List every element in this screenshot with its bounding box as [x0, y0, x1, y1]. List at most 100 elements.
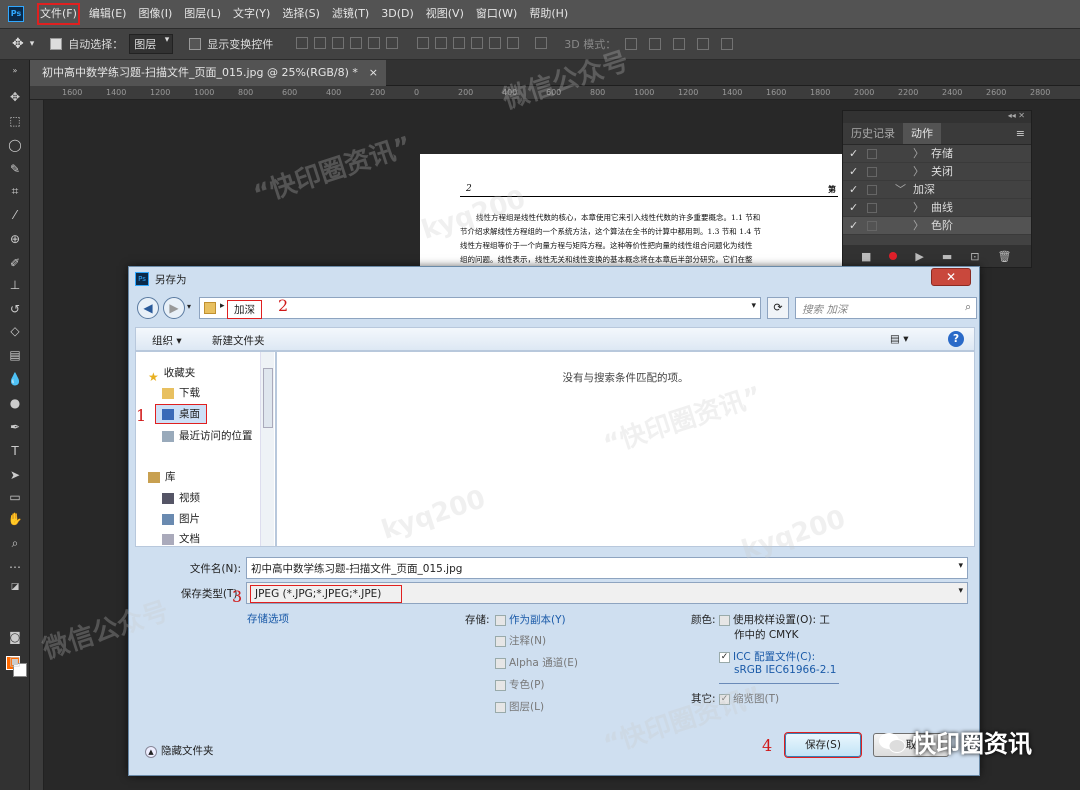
- new-folder-button[interactable]: 新建文件夹: [212, 333, 265, 348]
- brush-tool-icon[interactable]: ✐: [7, 256, 23, 270]
- new-set-folder-icon[interactable]: ▬: [942, 250, 952, 263]
- refresh-icon[interactable]: ⟳: [767, 297, 789, 319]
- action-row[interactable]: ✓ 〉色阶: [843, 217, 1031, 235]
- layers-checkbox[interactable]: 图层(L): [495, 699, 544, 714]
- stop-icon[interactable]: ■: [861, 250, 871, 263]
- eraser-tool-icon[interactable]: ◇: [7, 324, 23, 338]
- checkbox-checked[interactable]: ✓: [719, 693, 730, 705]
- quick-select-tool-icon[interactable]: ✎: [7, 162, 23, 176]
- nav-recent[interactable]: 最近访问的位置: [162, 427, 253, 445]
- organize-button[interactable]: 组织 ▾: [152, 333, 182, 348]
- 3d-pan-icon[interactable]: [673, 38, 686, 50]
- icc-profile-checkbox[interactable]: ✓ ICC 配置文件(C):: [719, 649, 815, 664]
- action-row[interactable]: ✓ 〉存储: [843, 145, 1031, 163]
- menu-file[interactable]: 文件(F): [34, 0, 83, 28]
- align-hcenter-icon[interactable]: [368, 36, 381, 49]
- chevron-down-icon[interactable]: ﹀: [895, 181, 906, 199]
- menu-image[interactable]: 图像(I): [132, 0, 178, 28]
- healing-brush-tool-icon[interactable]: ⊕: [7, 232, 23, 246]
- move-tool-icon[interactable]: ✥: [7, 90, 23, 104]
- dialog-toggle-box[interactable]: [867, 185, 877, 195]
- lasso-tool-icon[interactable]: ◯: [7, 138, 23, 152]
- document-tab[interactable]: 初中高中数学练习题-扫描文件_页面_015.jpg @ 25%(RGB/8) *…: [30, 60, 386, 86]
- chevron-down-icon[interactable]: ▾: [958, 586, 963, 596]
- align-left-icon[interactable]: [350, 36, 363, 49]
- menu-view[interactable]: 视图(V): [420, 0, 470, 28]
- check-icon[interactable]: ✓: [849, 181, 858, 199]
- filetype-select[interactable]: JPEG (*.JPG;*.JPEG;*.JPE) ▾: [246, 582, 968, 604]
- breadcrumb[interactable]: 加深: [227, 300, 262, 319]
- path-select-tool-icon[interactable]: ➤: [7, 468, 23, 482]
- quick-mask-icon[interactable]: ◙: [7, 630, 23, 644]
- type-tool-icon[interactable]: T: [7, 444, 23, 458]
- default-colors-icon[interactable]: ◪: [7, 580, 23, 594]
- menu-type[interactable]: 文字(Y): [227, 0, 276, 28]
- file-list[interactable]: 没有与搜索条件匹配的项。: [276, 351, 975, 547]
- recent-pages-dropdown[interactable]: ▾: [187, 302, 191, 311]
- back-arrow-icon[interactable]: ◀: [137, 297, 159, 319]
- thumbnail-checkbox[interactable]: ✓ 缩览图(T): [719, 691, 779, 706]
- align-right-icon[interactable]: [386, 36, 399, 49]
- checkbox-checked[interactable]: ✓: [719, 651, 730, 663]
- nav-desktop[interactable]: 桌面: [155, 404, 207, 424]
- checkbox[interactable]: [495, 635, 506, 647]
- action-row[interactable]: ✓ 〉关闭: [843, 163, 1031, 181]
- as-copy-checkbox[interactable]: 作为副本(Y): [495, 612, 566, 627]
- play-icon[interactable]: ▶: [915, 250, 923, 263]
- filename-field[interactable]: 初中高中数学练习题-扫描文件_页面_015.jpg ▾: [246, 557, 968, 579]
- proof-setup-checkbox[interactable]: 使用校样设置(O): 工: [719, 612, 830, 627]
- panel-menu-icon[interactable]: ≡: [1016, 123, 1031, 144]
- dialog-toggle-box[interactable]: [867, 203, 877, 213]
- menu-edit[interactable]: 编辑(E): [83, 0, 133, 28]
- dialog-toggle-box[interactable]: [867, 221, 877, 231]
- chevron-down-icon[interactable]: ▾: [958, 561, 963, 571]
- distribute-vcenter-icon[interactable]: [434, 36, 447, 49]
- notes-checkbox[interactable]: 注释(N): [495, 633, 546, 648]
- distribute-bottom-icon[interactable]: [452, 36, 465, 49]
- forward-arrow-icon[interactable]: ▶: [163, 297, 185, 319]
- check-icon[interactable]: ✓: [849, 163, 858, 181]
- auto-select-dropdown[interactable]: 图层: [129, 34, 174, 54]
- nav-favorites[interactable]: ★ 收藏夹: [148, 364, 195, 384]
- checkbox[interactable]: [495, 614, 506, 626]
- search-input[interactable]: 搜索 加深 ⌕: [795, 297, 977, 319]
- rectangle-tool-icon[interactable]: ▭: [7, 490, 23, 504]
- 3d-slide-icon[interactable]: [697, 38, 710, 50]
- alpha-channels-checkbox[interactable]: Alpha 通道(E): [495, 655, 578, 670]
- gradient-tool-icon[interactable]: ▤: [7, 348, 23, 362]
- align-bottom-icon[interactable]: [332, 36, 345, 49]
- spot-colors-checkbox[interactable]: 专色(P): [495, 677, 545, 692]
- nav-pictures[interactable]: 图片: [162, 510, 200, 528]
- distribute-top-icon[interactable]: [416, 36, 429, 49]
- chevron-right-icon[interactable]: 〉: [913, 217, 924, 235]
- distribute-left-icon[interactable]: [470, 36, 483, 49]
- nav-videos[interactable]: 视频: [162, 489, 200, 507]
- 3d-orbit-icon[interactable]: [625, 38, 638, 50]
- blur-tool-icon[interactable]: 💧: [7, 372, 23, 386]
- view-options-icon[interactable]: ▤ ▾: [890, 333, 909, 345]
- check-icon[interactable]: ✓: [849, 199, 858, 217]
- collapse-panel-icon[interactable]: »: [7, 64, 23, 78]
- dialog-toggle-box[interactable]: [867, 149, 877, 159]
- crop-tool-icon[interactable]: ⌗: [7, 184, 23, 198]
- tab-history[interactable]: 历史记录: [843, 123, 903, 144]
- auto-align-icon[interactable]: [535, 36, 548, 49]
- 3d-roll-icon[interactable]: [649, 38, 662, 50]
- panel-collapse-icon[interactable]: ◂◂ ✕: [843, 111, 1031, 123]
- record-icon[interactable]: [889, 252, 898, 260]
- close-tab-icon[interactable]: ×: [369, 60, 378, 86]
- check-icon[interactable]: ✓: [849, 145, 858, 163]
- align-vcenter-icon[interactable]: [314, 36, 327, 49]
- check-icon[interactable]: ✓: [849, 217, 858, 235]
- menu-filter[interactable]: 滤镜(T): [326, 0, 375, 28]
- edit-toolbar-icon[interactable]: ⋯: [7, 560, 23, 574]
- action-row[interactable]: ✓ ﹀ 加深: [843, 181, 1031, 199]
- zoom-tool-icon[interactable]: ⌕: [7, 536, 23, 550]
- hand-tool-icon[interactable]: ✋: [7, 512, 23, 526]
- menu-select[interactable]: 选择(S): [276, 0, 326, 28]
- move-tool-icon[interactable]: ✥: [12, 36, 24, 52]
- checkbox[interactable]: [495, 679, 506, 691]
- distribute-hcenter-icon[interactable]: [488, 36, 501, 49]
- chevron-right-icon[interactable]: 〉: [913, 199, 924, 217]
- auto-select-checkbox[interactable]: [50, 38, 63, 50]
